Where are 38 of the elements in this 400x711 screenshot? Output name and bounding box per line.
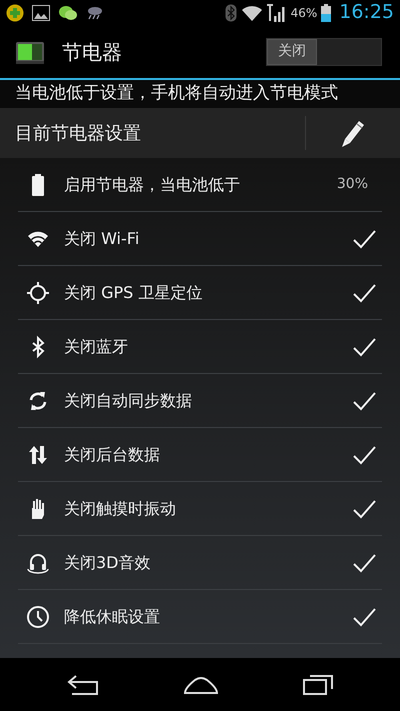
setting-label: 关闭 Wi-Fi: [64, 228, 140, 250]
description-text: 当电池低于设置，手机将自动进入节电模式: [0, 80, 400, 108]
checkmark-icon[interactable]: [352, 498, 376, 518]
setting-label: 关闭蓝牙: [64, 336, 129, 358]
setting-label: 关闭触摸时振动: [64, 498, 177, 520]
chat-icon: [58, 4, 78, 20]
crosshair-icon: [26, 280, 50, 304]
checkmark-icon[interactable]: [352, 282, 376, 302]
battery-icon: [16, 40, 46, 64]
wifi-icon: [240, 4, 263, 22]
battery-percent: 46%: [290, 4, 318, 22]
setting-value[interactable]: 30%: [336, 174, 368, 195]
checkmark-icon[interactable]: [352, 228, 376, 248]
weather-icon: [86, 4, 104, 20]
checkmark-icon[interactable]: [352, 552, 376, 572]
power-saver-toggle[interactable]: 关闭: [266, 38, 382, 66]
clock: 16:25: [339, 0, 394, 26]
pencil-icon: [340, 119, 366, 147]
checkmark-icon[interactable]: [352, 390, 376, 410]
setting-label: 降低休眠设置: [64, 606, 161, 628]
setting-label: 关闭自动同步数据: [64, 390, 193, 412]
app-title: 节电器: [62, 38, 122, 66]
setting-label: 关闭3D音效: [64, 552, 152, 574]
setting-label: 启用节电器，当电池低于: [64, 174, 241, 196]
section-title: 目前节电器设置: [14, 122, 141, 146]
recent-apps-button[interactable]: [302, 672, 334, 696]
signal-icon: [266, 4, 287, 22]
checkmark-icon[interactable]: [352, 336, 376, 356]
clock-icon: [26, 604, 50, 628]
checkmark-icon[interactable]: [352, 606, 376, 626]
checkmark-icon[interactable]: [352, 444, 376, 464]
image-icon: [32, 4, 50, 20]
back-button[interactable]: [66, 672, 100, 696]
app-icon: [6, 4, 24, 22]
battery-icon: [321, 4, 332, 22]
setting-label: 关闭后台数据: [64, 444, 161, 466]
bluetooth-icon: [224, 4, 237, 22]
setting-label: 关闭 GPS 卫星定位: [64, 282, 204, 304]
